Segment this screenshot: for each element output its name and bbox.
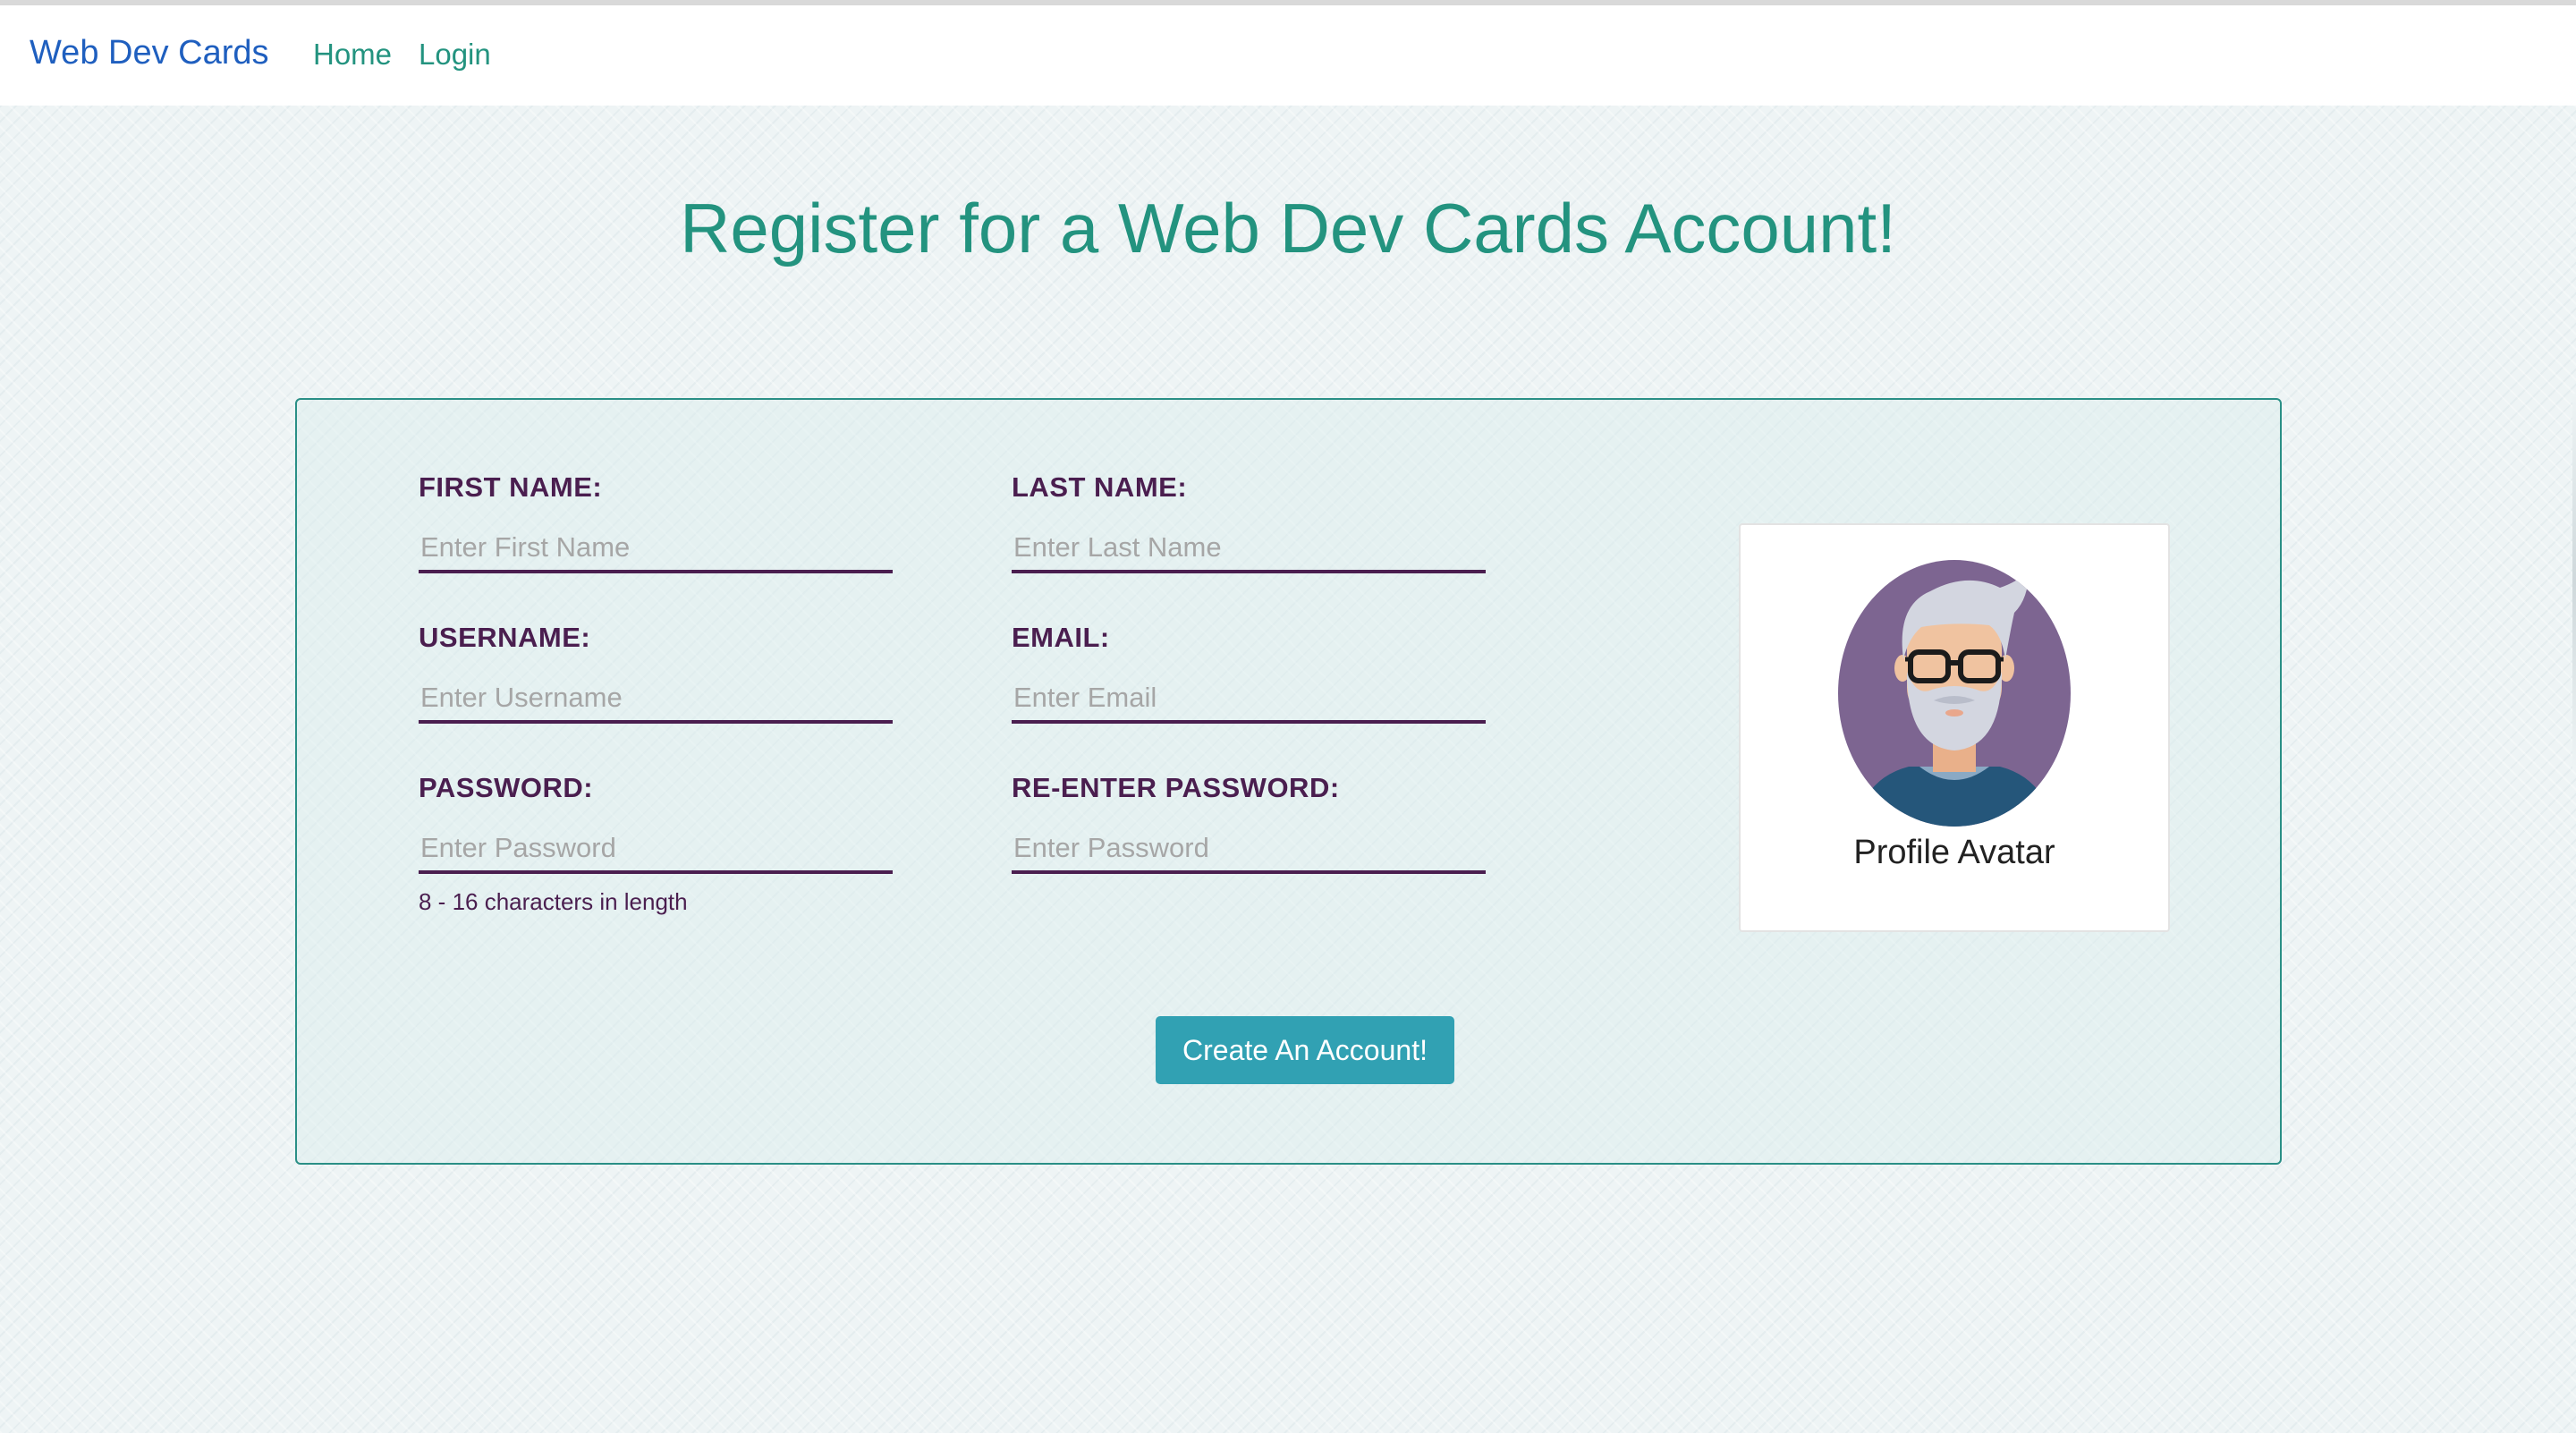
reenter-password-field-group: RE-ENTER PASSWORD: (1012, 772, 1486, 874)
reenter-password-input[interactable] (1012, 831, 1486, 874)
last-name-input[interactable] (1012, 530, 1486, 573)
profile-avatar-card: Profile Avatar (1739, 523, 2170, 932)
username-label: USERNAME: (419, 622, 591, 653)
password-label: PASSWORD: (419, 772, 594, 803)
nav-link-home[interactable]: Home (313, 38, 392, 72)
avatar-icon[interactable] (1837, 559, 2072, 827)
page-title: Register for a Web Dev Cards Account! (680, 189, 1896, 267)
window-edge-shadow (2572, 394, 2576, 769)
first-name-input[interactable] (419, 530, 893, 573)
last-name-label: LAST NAME: (1012, 471, 1188, 503)
email-input[interactable] (1012, 681, 1486, 724)
last-name-field-group: LAST NAME: (1012, 471, 1486, 573)
navbar: Web Dev Cards Home Login (0, 5, 2576, 106)
create-account-button[interactable]: Create An Account! (1156, 1016, 1454, 1084)
password-field-group: PASSWORD: 8 - 16 characters in length (419, 772, 893, 916)
reenter-password-label: RE-ENTER PASSWORD: (1012, 772, 1340, 803)
register-form-card: FIRST NAME: LAST NAME: USERNAME: EMAIL: … (295, 398, 2282, 1165)
first-name-label: FIRST NAME: (419, 471, 603, 503)
password-input[interactable] (419, 831, 893, 874)
username-input[interactable] (419, 681, 893, 724)
avatar-caption: Profile Avatar (1853, 834, 2055, 871)
email-label: EMAIL: (1012, 622, 1110, 653)
password-hint: 8 - 16 characters in length (419, 888, 688, 915)
username-field-group: USERNAME: (419, 622, 893, 724)
first-name-field-group: FIRST NAME: (419, 471, 893, 573)
brand-link[interactable]: Web Dev Cards (30, 34, 269, 72)
nav-link-login[interactable]: Login (419, 38, 491, 72)
email-field-group: EMAIL: (1012, 622, 1486, 724)
